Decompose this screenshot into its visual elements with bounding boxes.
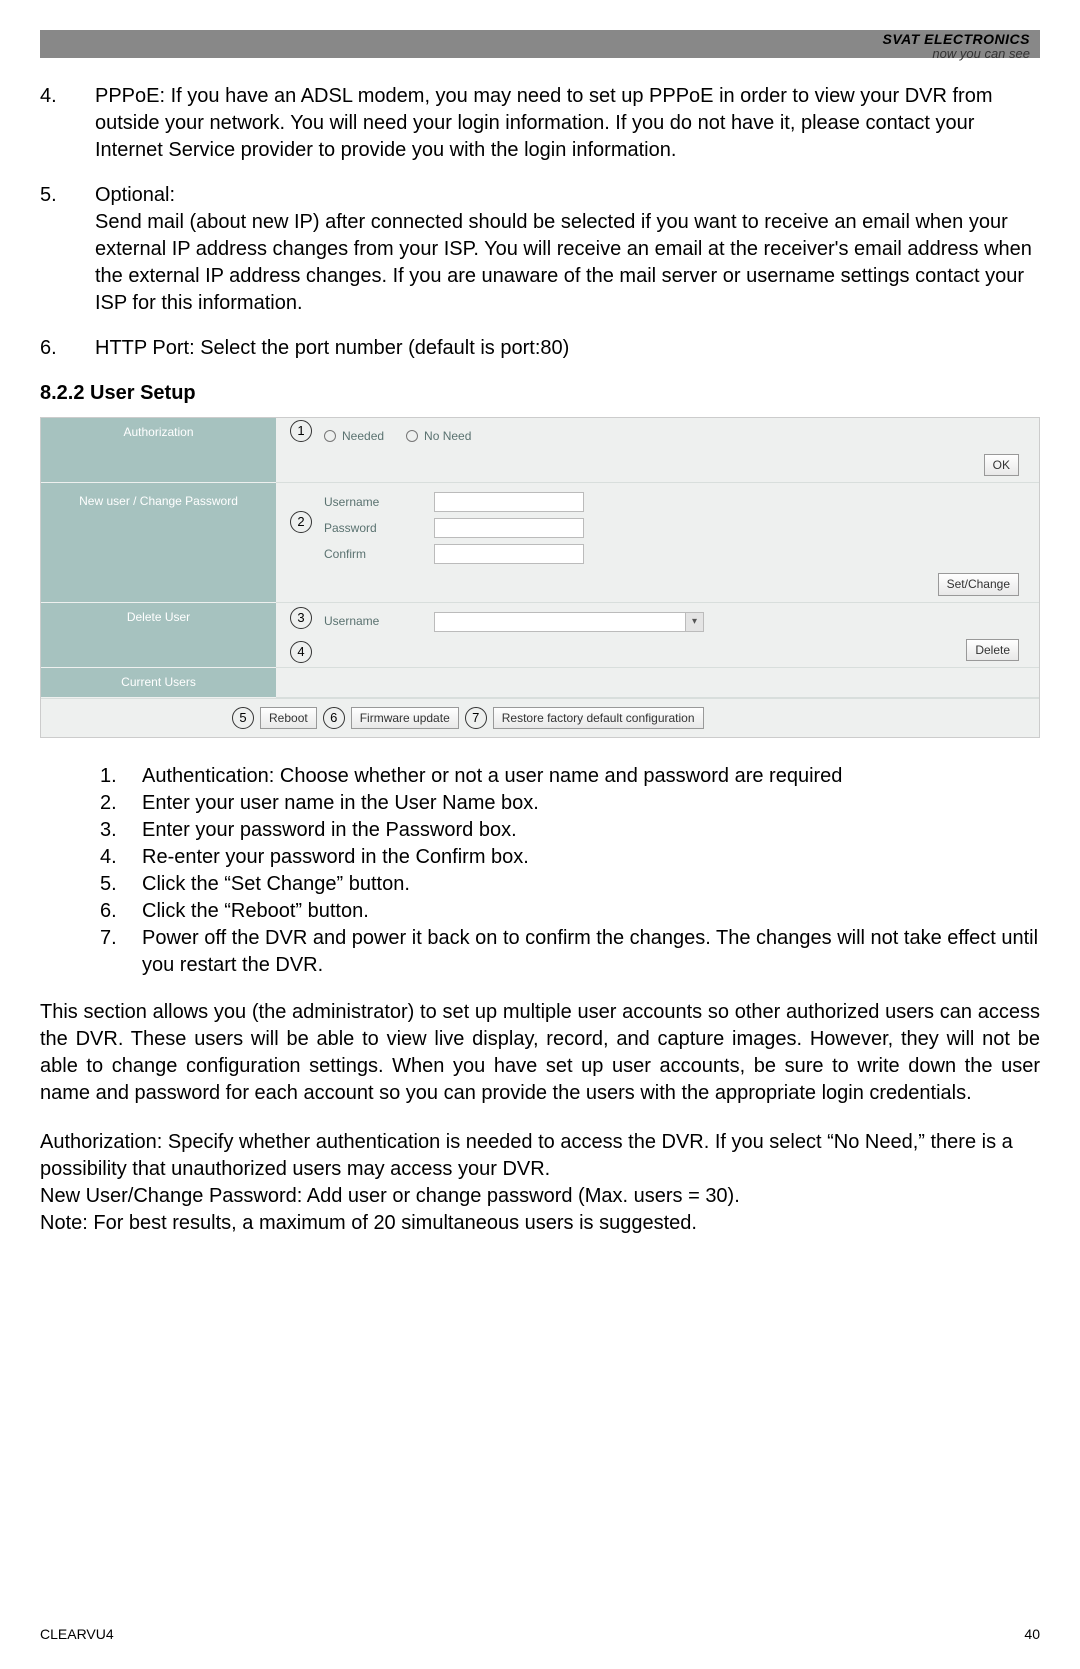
username-label: Username <box>324 494 434 510</box>
chevron-down-icon: ▾ <box>685 613 703 631</box>
top-ordered-list: 4. PPPoE: If you have an ADSL modem, you… <box>40 83 1040 362</box>
stext: Click the “Reboot” button. <box>142 898 369 925</box>
delete-username-dropdown[interactable]: ▾ <box>434 612 704 632</box>
list-text: HTTP Port: Select the port number (defau… <box>95 335 1040 362</box>
paragraph-2: Authorization: Specify whether authentic… <box>40 1129 1040 1237</box>
callout-7: 7 <box>465 707 487 729</box>
paragraph-1: This section allows you (the administrat… <box>40 999 1040 1107</box>
list-text: Optional: Send mail (about new IP) after… <box>95 182 1040 317</box>
delete-username-label: Username <box>324 613 434 629</box>
set-change-button[interactable]: Set/Change <box>938 573 1019 595</box>
stext: Authentication: Choose whether or not a … <box>142 763 842 790</box>
list-item: 5. Optional: Send mail (about new IP) af… <box>40 182 1040 317</box>
snum: 2. <box>100 790 142 817</box>
firmware-update-button[interactable]: Firmware update <box>351 707 459 729</box>
callout-2: 2 <box>290 511 312 533</box>
brand-top: SVAT ELECTRONICS <box>883 32 1031 47</box>
list-item: 6. HTTP Port: Select the port number (de… <box>40 335 1040 362</box>
stext: Enter your password in the Password box. <box>142 817 517 844</box>
header-bar: SVAT ELECTRONICS now you can see <box>40 30 1040 58</box>
row-label-deleteuser: Delete User <box>41 603 276 668</box>
snum: 4. <box>100 844 142 871</box>
row-label-currentusers: Current Users <box>41 668 276 698</box>
radio-no-need-label: No Need <box>424 428 471 444</box>
ok-button[interactable]: OK <box>984 454 1019 476</box>
radio-needed-label: Needed <box>342 428 384 444</box>
radio-no-need[interactable] <box>406 430 418 442</box>
list-num: 4. <box>40 83 95 164</box>
stext: Re-enter your password in the Confirm bo… <box>142 844 529 871</box>
user-setup-ui: Authorization 1 Needed No Need OK New us… <box>40 417 1040 738</box>
list-num: 6. <box>40 335 95 362</box>
callout-1: 1 <box>290 420 312 442</box>
restore-factory-button[interactable]: Restore factory default configuration <box>493 707 704 729</box>
confirm-input[interactable] <box>434 544 584 564</box>
footer-right: 40 <box>1024 1625 1040 1644</box>
snum: 5. <box>100 871 142 898</box>
callout-3: 3 <box>290 607 312 629</box>
delete-button[interactable]: Delete <box>966 639 1019 661</box>
password-input[interactable] <box>434 518 584 538</box>
snum: 6. <box>100 898 142 925</box>
confirm-label: Confirm <box>324 546 434 562</box>
stext: Click the “Set Change” button. <box>142 871 410 898</box>
list-item: 4. PPPoE: If you have an ADSL modem, you… <box>40 83 1040 164</box>
callout-4: 4 <box>290 641 312 663</box>
list-text: PPPoE: If you have an ADSL modem, you ma… <box>95 83 1040 164</box>
section-heading: 8.2.2 User Setup <box>40 380 1040 407</box>
stext: Enter your user name in the User Name bo… <box>142 790 539 817</box>
brand-block: SVAT ELECTRONICS now you can see <box>883 32 1031 62</box>
radio-needed[interactable] <box>324 430 336 442</box>
username-input[interactable] <box>434 492 584 512</box>
brand-sub: now you can see <box>883 47 1031 61</box>
sub-ordered-list: 1.Authentication: Choose whether or not … <box>40 763 1040 979</box>
snum: 3. <box>100 817 142 844</box>
reboot-button[interactable]: Reboot <box>260 707 317 729</box>
snum: 1. <box>100 763 142 790</box>
password-label: Password <box>324 520 434 536</box>
row-label-authorization: Authorization <box>41 418 276 483</box>
snum: 7. <box>100 925 142 979</box>
callout-6: 6 <box>323 707 345 729</box>
callout-5: 5 <box>232 707 254 729</box>
row-label-newuser: New user / Change Password <box>41 483 276 602</box>
page-footer: CLEARVU4 40 <box>40 1625 1040 1644</box>
list-num: 5. <box>40 182 95 317</box>
footer-left: CLEARVU4 <box>40 1625 114 1644</box>
stext: Power off the DVR and power it back on t… <box>142 925 1040 979</box>
